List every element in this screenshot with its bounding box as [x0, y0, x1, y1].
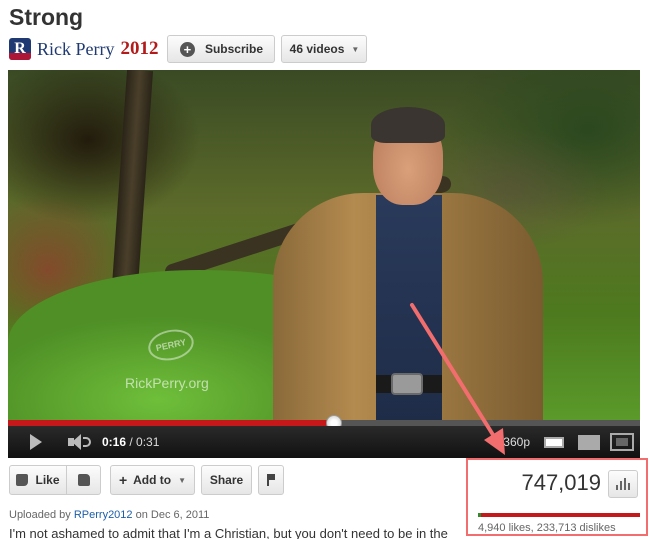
- bar-chart-icon: [616, 478, 630, 490]
- chevron-down-icon: ▼: [178, 475, 187, 485]
- statistics-button[interactable]: [608, 470, 638, 498]
- like-button[interactable]: Like: [9, 465, 67, 495]
- like-label: Like: [35, 473, 60, 487]
- flag-button[interactable]: [258, 465, 284, 495]
- action-row: Like + Add to ▼ Share: [9, 465, 284, 495]
- add-to-button[interactable]: + Add to ▼: [110, 465, 195, 495]
- dislike-button[interactable]: [67, 465, 101, 495]
- like-ratio-bar: [478, 513, 640, 517]
- share-label: Share: [209, 473, 244, 487]
- thumbs-down-icon: [77, 474, 90, 486]
- plus-icon: +: [118, 472, 128, 488]
- view-count: 747,019: [521, 470, 601, 495]
- flag-icon: [267, 474, 275, 486]
- upload-info: Uploaded by RPerry2012 on Dec 6, 2011: [9, 509, 210, 521]
- add-to-label: Add to: [133, 473, 172, 487]
- video-description: I'm not ashamed to admit that I'm a Chri…: [9, 526, 448, 539]
- uploader-link[interactable]: RPerry2012: [74, 509, 133, 521]
- like-ratio-fill: [478, 513, 482, 517]
- thumbs-up-icon: [16, 474, 29, 486]
- share-button[interactable]: Share: [201, 465, 252, 495]
- likes-dislikes-count: 4,940 likes, 233,713 dislikes: [478, 522, 616, 534]
- view-stats-box: 747,019 4,940 likes, 233,713 dislikes: [466, 458, 648, 536]
